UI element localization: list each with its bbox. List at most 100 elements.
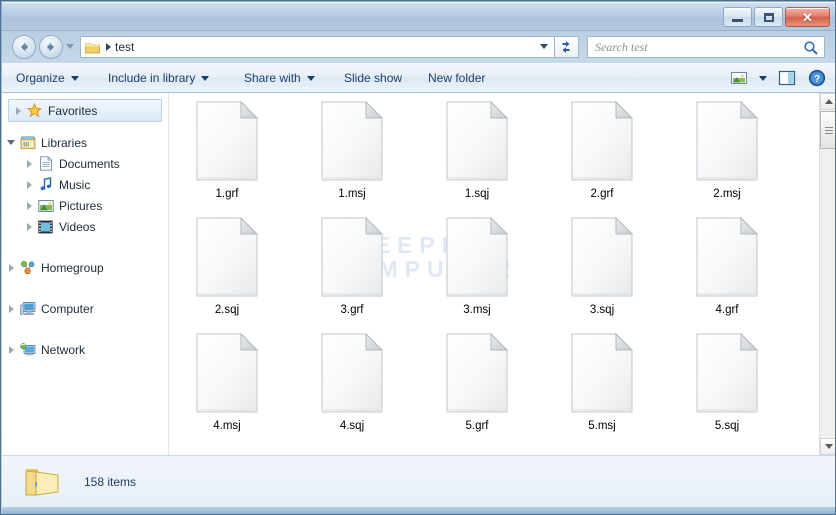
icon-grid: 1.grf 1.msj 1.sqj 2.grf 2.msj 2.sqj 3.gr…: [170, 93, 819, 455]
file-item[interactable]: 3.msj: [422, 217, 532, 332]
scroll-down-button[interactable]: [820, 438, 835, 455]
file-item[interactable]: 1.msj: [297, 101, 407, 216]
file-item[interactable]: 1.sqj: [422, 101, 532, 216]
expander-icon[interactable]: [6, 140, 16, 145]
music-icon: [37, 177, 54, 193]
command-toolbar: Organize Include in library Share with S…: [2, 63, 835, 93]
pictures-icon: [37, 198, 54, 214]
chevron-down-icon: [759, 75, 767, 81]
document-icon: [696, 217, 758, 297]
documents-icon: [37, 156, 54, 172]
change-view-icon: [731, 72, 747, 84]
file-item[interactable]: 3.grf: [297, 217, 407, 332]
address-dropdown-caret[interactable]: [540, 44, 548, 49]
view-dropdown-button[interactable]: [756, 66, 770, 90]
sidebar-label-favorites: Favorites: [48, 103, 98, 118]
include-in-library-button[interactable]: Include in library: [102, 63, 215, 93]
sidebar-item-pictures[interactable]: Pictures: [2, 195, 168, 216]
file-name-label: 4.msj: [213, 420, 241, 432]
expander-icon[interactable]: [24, 201, 34, 210]
preview-pane-button[interactable]: [774, 66, 800, 90]
toolbar-right-group: ?: [726, 63, 830, 93]
file-item[interactable]: 4.grf: [672, 217, 782, 332]
sidebar-item-computer[interactable]: Computer: [2, 298, 168, 319]
help-button[interactable]: ?: [804, 66, 830, 90]
svg-text:?: ?: [814, 74, 820, 85]
explorer-body: Favorites Libraries Documents Music Pict…: [2, 93, 835, 455]
slide-show-button[interactable]: Slide show: [338, 63, 408, 93]
sidebar-item-favorites[interactable]: Favorites: [8, 99, 162, 122]
file-item[interactable]: 2.grf: [547, 101, 657, 216]
maximize-icon: [763, 12, 774, 22]
sidebar-item-music[interactable]: Music: [2, 174, 168, 195]
file-name-label: 4.grf: [715, 304, 739, 316]
document-icon: [321, 101, 383, 181]
sidebar-item-libraries[interactable]: Libraries: [2, 132, 168, 153]
close-button[interactable]: ✕: [785, 7, 830, 27]
file-item[interactable]: 4.sqj: [297, 333, 407, 448]
file-item[interactable]: 2.sqj: [172, 217, 282, 332]
expander-icon[interactable]: [6, 304, 16, 313]
share-with-button[interactable]: Share with: [238, 63, 321, 93]
file-name-label: 2.grf: [590, 188, 614, 200]
address-input[interactable]: test: [80, 36, 555, 58]
file-item[interactable]: 5.msj: [547, 333, 657, 448]
scroll-up-button[interactable]: [820, 93, 835, 110]
chevron-down-icon: [824, 444, 833, 449]
include-in-library-label: Include in library: [108, 71, 196, 85]
history-dropdown-caret[interactable]: [66, 44, 74, 49]
expander-icon[interactable]: [24, 222, 34, 231]
window-bottom-edge: [2, 507, 835, 514]
sidebar-item-documents[interactable]: Documents: [2, 153, 168, 174]
sidebar-item-homegroup[interactable]: Homegroup: [2, 257, 168, 278]
minimize-icon: [732, 19, 743, 22]
minimize-button[interactable]: [723, 7, 752, 27]
organize-button[interactable]: Organize: [10, 63, 85, 93]
scrollbar-thumb[interactable]: [820, 111, 835, 149]
forward-button[interactable]: [39, 35, 63, 59]
document-icon: [321, 217, 383, 297]
search-icon[interactable]: [803, 40, 819, 56]
file-item[interactable]: 3.sqj: [547, 217, 657, 332]
document-icon: [696, 333, 758, 413]
preview-pane-icon: [778, 70, 796, 86]
sidebar-item-network[interactable]: Network: [2, 339, 168, 360]
expander-icon[interactable]: [6, 263, 16, 272]
new-folder-button[interactable]: New folder: [422, 63, 491, 93]
file-list-pane[interactable]: BLEEPING COMPUTER 1.grf 1.msj 1.sqj 2.gr…: [170, 93, 819, 455]
document-icon: [196, 101, 258, 181]
change-view-button[interactable]: [726, 66, 752, 90]
document-icon: [196, 217, 258, 297]
file-name-label: 2.msj: [713, 188, 741, 200]
file-item[interactable]: 5.sqj: [672, 333, 782, 448]
file-item[interactable]: 1.grf: [172, 101, 282, 216]
sidebar-item-videos[interactable]: Videos: [2, 216, 168, 237]
libraries-icon: [19, 135, 36, 151]
expander-icon[interactable]: [24, 159, 34, 168]
explorer-window: ✕ test Search test Organize Include in l…: [0, 0, 836, 515]
refresh-button[interactable]: [555, 36, 579, 58]
back-button[interactable]: [12, 35, 36, 59]
file-name-label: 5.grf: [465, 420, 489, 432]
maximize-button[interactable]: [754, 7, 783, 27]
expander-icon[interactable]: [6, 345, 16, 354]
expander-icon[interactable]: [24, 180, 34, 189]
expander-icon[interactable]: [13, 106, 23, 115]
breadcrumb-path[interactable]: test: [115, 40, 134, 54]
sidebar-label-homegroup: Homegroup: [41, 260, 104, 275]
file-item[interactable]: 2.msj: [672, 101, 782, 216]
document-icon: [196, 333, 258, 413]
file-item[interactable]: 4.msj: [172, 333, 282, 448]
vertical-scrollbar[interactable]: [819, 93, 835, 455]
sidebar-label-music: Music: [59, 177, 91, 192]
chevron-up-icon: [824, 99, 833, 104]
search-input[interactable]: Search test: [587, 36, 825, 58]
chevron-down-icon: [201, 75, 210, 81]
file-item[interactable]: 5.grf: [422, 333, 532, 448]
sidebar-label-videos: Videos: [59, 219, 96, 234]
help-icon: ?: [808, 69, 826, 87]
chevron-down-icon: [70, 75, 79, 81]
